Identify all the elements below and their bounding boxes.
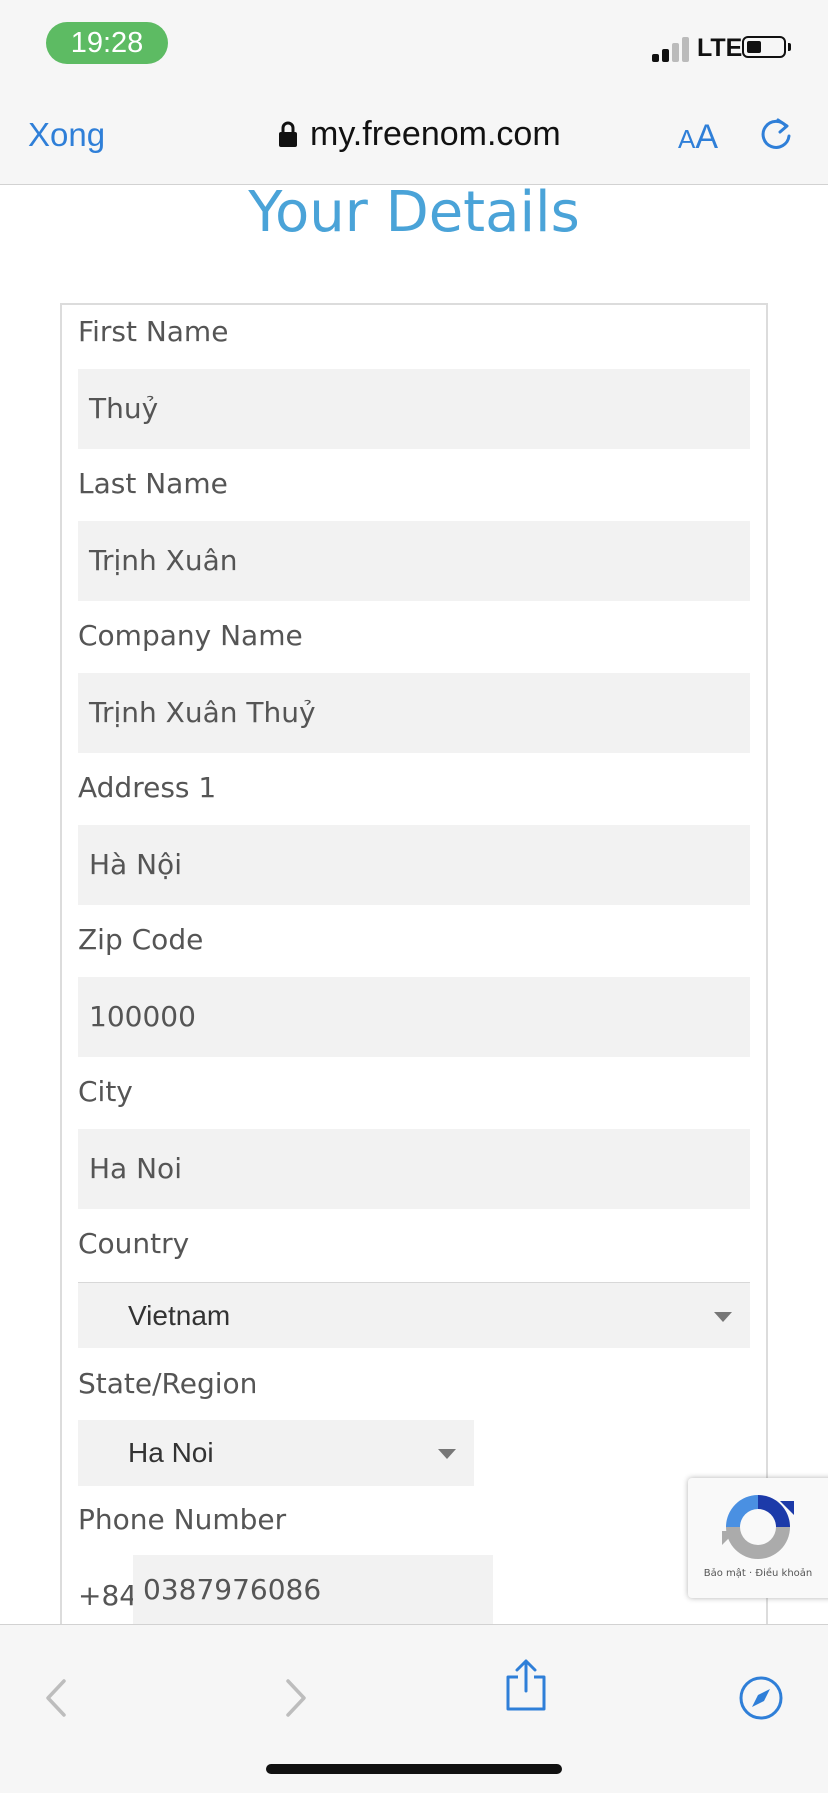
battery-icon bbox=[742, 36, 786, 58]
phone-label: Phone Number bbox=[78, 1503, 287, 1536]
forward-icon[interactable] bbox=[284, 1677, 308, 1719]
first-name-label: First Name bbox=[78, 315, 229, 348]
url-text: my.freenom.com bbox=[310, 114, 561, 153]
reload-icon[interactable] bbox=[756, 114, 796, 154]
country-select-value: Vietnam bbox=[128, 1300, 231, 1331]
zip-code-label: Zip Code bbox=[78, 923, 204, 956]
state-select[interactable]: Ha Noi bbox=[78, 1420, 474, 1486]
country-select[interactable]: Vietnam bbox=[78, 1282, 750, 1348]
signal-icon bbox=[652, 36, 692, 62]
phone-input[interactable]: 0387976086 bbox=[133, 1555, 493, 1625]
battery-cap bbox=[788, 43, 791, 51]
first-name-input[interactable]: Thuỷ bbox=[78, 369, 750, 449]
page-title: Your Details bbox=[248, 180, 580, 245]
text-size-large-label: A bbox=[695, 118, 719, 156]
recaptcha-icon bbox=[722, 1495, 794, 1559]
home-indicator[interactable] bbox=[266, 1764, 562, 1774]
share-icon[interactable] bbox=[504, 1657, 548, 1713]
state-label: State/Region bbox=[78, 1367, 258, 1400]
chevron-down-icon bbox=[714, 1312, 732, 1322]
city-input[interactable]: Ha Noi bbox=[78, 1129, 750, 1209]
recaptcha-links: Bảo mật · Điều khoản bbox=[694, 1568, 822, 1579]
city-label: City bbox=[78, 1075, 133, 1108]
company-name-label: Company Name bbox=[78, 619, 303, 652]
back-icon[interactable] bbox=[44, 1677, 68, 1719]
phone-country-code: +84 bbox=[78, 1579, 138, 1612]
state-select-value: Ha Noi bbox=[128, 1437, 214, 1468]
recaptcha-separator: · bbox=[748, 1568, 753, 1579]
address1-label: Address 1 bbox=[78, 771, 217, 804]
done-button[interactable]: Xong bbox=[28, 116, 105, 154]
recaptcha-privacy-link[interactable]: Bảo mật bbox=[704, 1568, 746, 1579]
zip-code-input[interactable]: 100000 bbox=[78, 977, 750, 1057]
network-label: LTE bbox=[697, 34, 743, 62]
country-label: Country bbox=[78, 1227, 190, 1260]
chevron-down-icon bbox=[438, 1449, 456, 1459]
status-time: 19:28 bbox=[46, 22, 168, 64]
address-bar[interactable]: my.freenom.com bbox=[278, 114, 561, 154]
last-name-input[interactable]: Trịnh Xuân bbox=[78, 521, 750, 601]
text-size-button[interactable]: AA bbox=[678, 118, 718, 157]
last-name-label: Last Name bbox=[78, 467, 228, 500]
address1-input[interactable]: Hà Nội bbox=[78, 825, 750, 905]
lock-icon bbox=[279, 121, 297, 147]
recaptcha-terms-link[interactable]: Điều khoản bbox=[755, 1568, 812, 1579]
company-name-input[interactable]: Trịnh Xuân Thuỷ bbox=[78, 673, 750, 753]
text-size-small-label: A bbox=[678, 124, 696, 154]
compass-icon[interactable] bbox=[738, 1675, 784, 1721]
